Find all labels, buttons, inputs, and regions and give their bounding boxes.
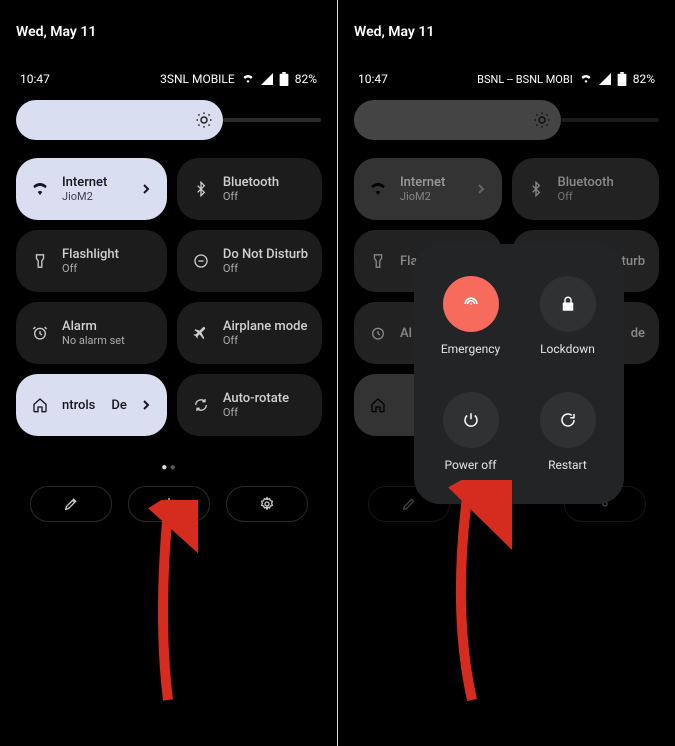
power-menu-emergency[interactable]: Emergency — [426, 262, 515, 370]
emergency-icon — [443, 276, 499, 332]
carrier: BSNL -- BSNL MOBI — [477, 73, 573, 86]
clock: 10:47 — [20, 72, 50, 86]
tile-autorotate[interactable]: Auto-rotate Off — [177, 374, 322, 436]
carrier: 3SNL MOBILE — [160, 72, 235, 86]
tile-title: Auto-rotate — [223, 391, 308, 406]
power-menu-poweroff[interactable]: Power off — [426, 378, 515, 486]
power-menu-label: Restart — [548, 458, 587, 472]
wifi-icon — [579, 73, 593, 85]
flashlight-icon — [30, 251, 50, 271]
annotation-arrow — [138, 500, 198, 710]
tile-subtitle: JioM2 — [62, 190, 127, 203]
battery-percent: 82% — [295, 72, 317, 86]
signal-icon — [599, 73, 611, 85]
tile-airplane[interactable]: Airplane mode Off — [177, 302, 322, 364]
home-icon — [368, 395, 388, 415]
tile-subtitle: Off — [223, 406, 308, 419]
wifi-icon — [368, 179, 388, 199]
tile-dnd[interactable]: Do Not Disturb Off — [177, 230, 322, 292]
settings-button[interactable] — [226, 486, 308, 522]
brightness-slider[interactable] — [16, 100, 321, 140]
bluetooth-icon — [526, 179, 546, 199]
tile-alarm[interactable]: Alarm No alarm set — [16, 302, 167, 364]
date-text: Wed, May 11 — [16, 24, 96, 40]
tile-subtitle: Off — [223, 334, 308, 347]
power-menu: Emergency Lockdown Power off Restart — [414, 244, 624, 504]
pencil-icon — [63, 496, 79, 512]
tile-internet[interactable]: Internet JioM2 — [16, 158, 167, 220]
pencil-icon — [401, 496, 417, 512]
battery-percent: 82% — [633, 72, 655, 86]
status-bar: 10:47 3SNL MOBILE 82% — [0, 72, 337, 86]
tile-subtitle: Off — [558, 190, 646, 203]
tile-label-right: De — [111, 398, 126, 413]
tile-label-left: ntrols — [62, 398, 95, 413]
power-menu-label: Lockdown — [540, 342, 595, 356]
battery-icon — [617, 72, 627, 86]
tile-bluetooth[interactable]: Bluetooth Off — [512, 158, 660, 220]
tile-subtitle: JioM2 — [400, 190, 462, 203]
tile-title: de — [631, 326, 645, 341]
gear-icon — [259, 496, 275, 512]
chevron-right-icon — [139, 398, 153, 412]
edit-button[interactable] — [30, 486, 112, 522]
tile-bluetooth[interactable]: Bluetooth Off — [177, 158, 322, 220]
tile-title: Internet — [62, 175, 127, 190]
tile-internet[interactable]: Internet JioM2 — [354, 158, 502, 220]
power-icon — [161, 496, 177, 512]
flashlight-icon — [368, 251, 388, 271]
brightness-slider[interactable] — [354, 100, 659, 140]
tile-subtitle: No alarm set — [62, 334, 153, 347]
home-icon — [30, 395, 50, 415]
tile-title: Bluetooth — [223, 175, 308, 190]
footer-buttons — [16, 486, 321, 522]
clock: 10:47 — [358, 72, 388, 86]
restart-icon — [540, 392, 596, 448]
tile-title: Do Not Disturb — [223, 247, 308, 262]
brightness-icon — [195, 111, 213, 129]
page-dots: ● ● — [0, 462, 337, 473]
tile-device-controls[interactable]: ntrols De — [16, 374, 167, 436]
power-menu-restart[interactable]: Restart — [523, 378, 612, 486]
phone-right: Wed, May 11 10:47 BSNL -- BSNL MOBI 82% … — [338, 0, 675, 746]
tile-title: Internet — [400, 175, 462, 190]
tile-subtitle: Off — [223, 262, 308, 275]
quick-tiles: Internet JioM2 Bluetooth Off Flashlight … — [16, 158, 321, 436]
tile-title: Bluetooth — [558, 175, 646, 190]
alarm-icon — [30, 323, 50, 343]
airplane-icon — [191, 323, 211, 343]
bluetooth-icon — [191, 179, 211, 199]
tile-title: Flashlight — [62, 247, 153, 262]
power-menu-lockdown[interactable]: Lockdown — [523, 262, 612, 370]
power-menu-label: Power off — [445, 458, 497, 472]
tile-title: Airplane mode — [223, 319, 308, 334]
date-text: Wed, May 11 — [354, 24, 434, 40]
chevron-right-icon — [474, 182, 488, 196]
dnd-icon — [191, 251, 211, 271]
phone-left: Wed, May 11 10:47 3SNL MOBILE 82% Intern… — [0, 0, 337, 746]
tile-flashlight[interactable]: Flashlight Off — [16, 230, 167, 292]
brightness-icon — [533, 111, 551, 129]
power-menu-label: Emergency — [441, 342, 500, 356]
power-button[interactable] — [128, 486, 210, 522]
signal-icon — [261, 73, 273, 85]
status-bar: 10:47 BSNL -- BSNL MOBI 82% — [338, 72, 675, 86]
wifi-icon — [241, 73, 255, 85]
wifi-icon — [30, 179, 50, 199]
power-icon — [443, 392, 499, 448]
lock-icon — [540, 276, 596, 332]
battery-icon — [279, 72, 289, 86]
alarm-icon — [368, 323, 388, 343]
chevron-right-icon — [139, 182, 153, 196]
autorotate-icon — [191, 395, 211, 415]
tile-subtitle: Off — [62, 262, 153, 275]
tile-subtitle: Off — [223, 190, 308, 203]
tile-title: Alarm — [62, 319, 153, 334]
